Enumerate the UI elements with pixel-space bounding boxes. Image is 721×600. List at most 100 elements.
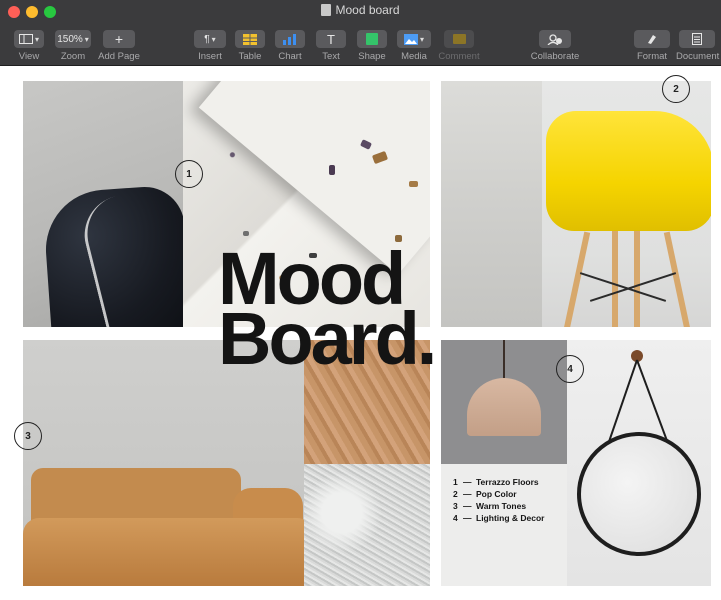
- pilcrow-icon: ¶: [204, 33, 210, 45]
- legend-dash: —: [463, 513, 472, 523]
- insert-label: Insert: [198, 51, 222, 62]
- chair-leg-shape: [663, 231, 695, 327]
- sidebar-icon: [18, 34, 33, 44]
- headline-text[interactable]: Mood Board.: [218, 242, 437, 376]
- document-tool[interactable]: Document: [676, 30, 720, 62]
- view-button[interactable]: ▾: [14, 30, 44, 48]
- collaborate-icon: [547, 33, 562, 45]
- legend-text: Terrazzo Floors: [476, 477, 539, 487]
- document-button[interactable]: [679, 30, 715, 48]
- sofa-seat-shape: [23, 518, 304, 586]
- chevron-down-icon: ▾: [34, 34, 39, 44]
- shape-icon: [366, 33, 378, 45]
- media-label: Media: [401, 51, 427, 62]
- text-tool[interactable]: T Text: [315, 30, 347, 62]
- legend-item: 3 — Warm Tones: [453, 500, 544, 512]
- chevron-down-icon: ▾: [419, 34, 424, 44]
- chair-leg-shape: [612, 231, 618, 327]
- add-page-label: Add Page: [98, 51, 140, 62]
- document-canvas[interactable]: Mood Board. 1 2 3 4 1 — Terrazzo Floors 2 —…: [0, 67, 721, 600]
- chart-button[interactable]: [275, 30, 305, 48]
- photo-icon: [403, 33, 418, 45]
- document-panel-icon: [692, 33, 702, 45]
- fur-photo[interactable]: [304, 464, 430, 586]
- collaborate-tool[interactable]: Collaborate: [528, 30, 582, 62]
- yellow-chair-photo[interactable]: [542, 81, 711, 327]
- media-button[interactable]: ▾: [397, 30, 431, 48]
- legend-item: 4 — Lighting & Decor: [453, 512, 544, 524]
- legend-text: Lighting & Decor: [476, 513, 545, 523]
- marker-3: 3: [14, 422, 42, 450]
- mirror-ring-shape: [577, 432, 701, 556]
- shape-button[interactable]: [357, 30, 387, 48]
- pages-window: Mood board ▾ View 150%▾ Zoom + Add Page: [0, 0, 721, 600]
- zoom-select[interactable]: 150% ▾: [55, 30, 91, 48]
- marker-4: 4: [556, 355, 584, 383]
- legend-dash: —: [463, 477, 472, 487]
- comment-tool[interactable]: Comment: [438, 30, 480, 62]
- view-label: View: [18, 51, 40, 62]
- shape-tool[interactable]: Shape: [356, 30, 388, 62]
- legend-text: Warm Tones: [476, 501, 527, 511]
- format-tool[interactable]: Format: [632, 30, 672, 62]
- chair-leg-shape: [559, 231, 591, 327]
- zoom-label: Zoom: [60, 51, 86, 62]
- title-toolbar: Mood board ▾ View 150%▾ Zoom + Add Page: [0, 0, 721, 66]
- dark-chair-photo[interactable]: [23, 81, 183, 327]
- marker-2: 2: [662, 75, 690, 103]
- legend-number: 3: [453, 501, 458, 511]
- chair-leg-shape: [634, 231, 640, 327]
- insert-button[interactable]: ¶ ▾: [194, 30, 226, 48]
- chair-wire-shape: [589, 272, 677, 302]
- view-tool[interactable]: ▾ View: [11, 30, 47, 62]
- plus-icon: +: [114, 31, 124, 47]
- text-icon: T: [327, 31, 335, 47]
- table-tool[interactable]: Table: [234, 30, 266, 62]
- legend-text: Pop Color: [476, 489, 517, 499]
- format-label: Format: [636, 51, 668, 62]
- bar-chart-icon: [283, 33, 296, 45]
- format-button[interactable]: [634, 30, 670, 48]
- chevron-down-icon: ▾: [84, 34, 89, 44]
- document-label: Document: [676, 51, 720, 62]
- round-mirror-photo[interactable]: [567, 340, 711, 586]
- pendant-lamp-photo[interactable]: [441, 340, 567, 464]
- concrete-photo[interactable]: [441, 81, 542, 327]
- legend-item: 2 — Pop Color: [453, 488, 544, 500]
- table-icon: [243, 33, 257, 45]
- insert-tool[interactable]: ¶ ▾ Insert: [193, 30, 227, 62]
- zoom-value: 150%: [57, 33, 83, 45]
- chair-shell-shape: [546, 111, 711, 231]
- add-page-button[interactable]: +: [103, 30, 135, 48]
- zoom-tool[interactable]: 150% ▾ Zoom: [54, 30, 92, 62]
- media-tool[interactable]: ▾ Media: [396, 30, 432, 62]
- document-icon: [321, 4, 332, 16]
- chart-label: Chart: [278, 51, 302, 62]
- terrazzo-chip: [409, 181, 418, 187]
- terrazzo-chip: [243, 231, 249, 236]
- chevron-down-icon: ▾: [211, 34, 216, 44]
- text-button[interactable]: T: [316, 30, 346, 48]
- legend-number: 2: [453, 489, 458, 499]
- comment-icon: [452, 34, 466, 44]
- text-label: Text: [322, 51, 340, 62]
- add-page-tool[interactable]: + Add Page: [98, 30, 140, 62]
- collaborate-button[interactable]: [539, 30, 571, 48]
- shape-label: Shape: [358, 51, 386, 62]
- legend-list: 1 — Terrazzo Floors 2 — Pop Color 3 — Warm Ton…: [453, 476, 544, 524]
- comment-button[interactable]: [444, 30, 474, 48]
- legend-item: 1 — Terrazzo Floors: [453, 476, 544, 488]
- table-button[interactable]: [235, 30, 265, 48]
- legend-number: 4: [453, 513, 458, 523]
- comment-label: Comment: [438, 51, 480, 62]
- legend-dash: —: [463, 489, 472, 499]
- legend-dash: —: [463, 501, 472, 511]
- table-label: Table: [238, 51, 262, 62]
- marker-1: 1: [175, 160, 203, 188]
- window-title-text: Mood board: [335, 3, 400, 17]
- chart-tool[interactable]: Chart: [274, 30, 306, 62]
- lamp-shade-shape: [467, 378, 541, 436]
- window-title: Mood board: [0, 3, 721, 17]
- legend-number: 1: [453, 477, 458, 487]
- terrazzo-chip: [329, 165, 335, 175]
